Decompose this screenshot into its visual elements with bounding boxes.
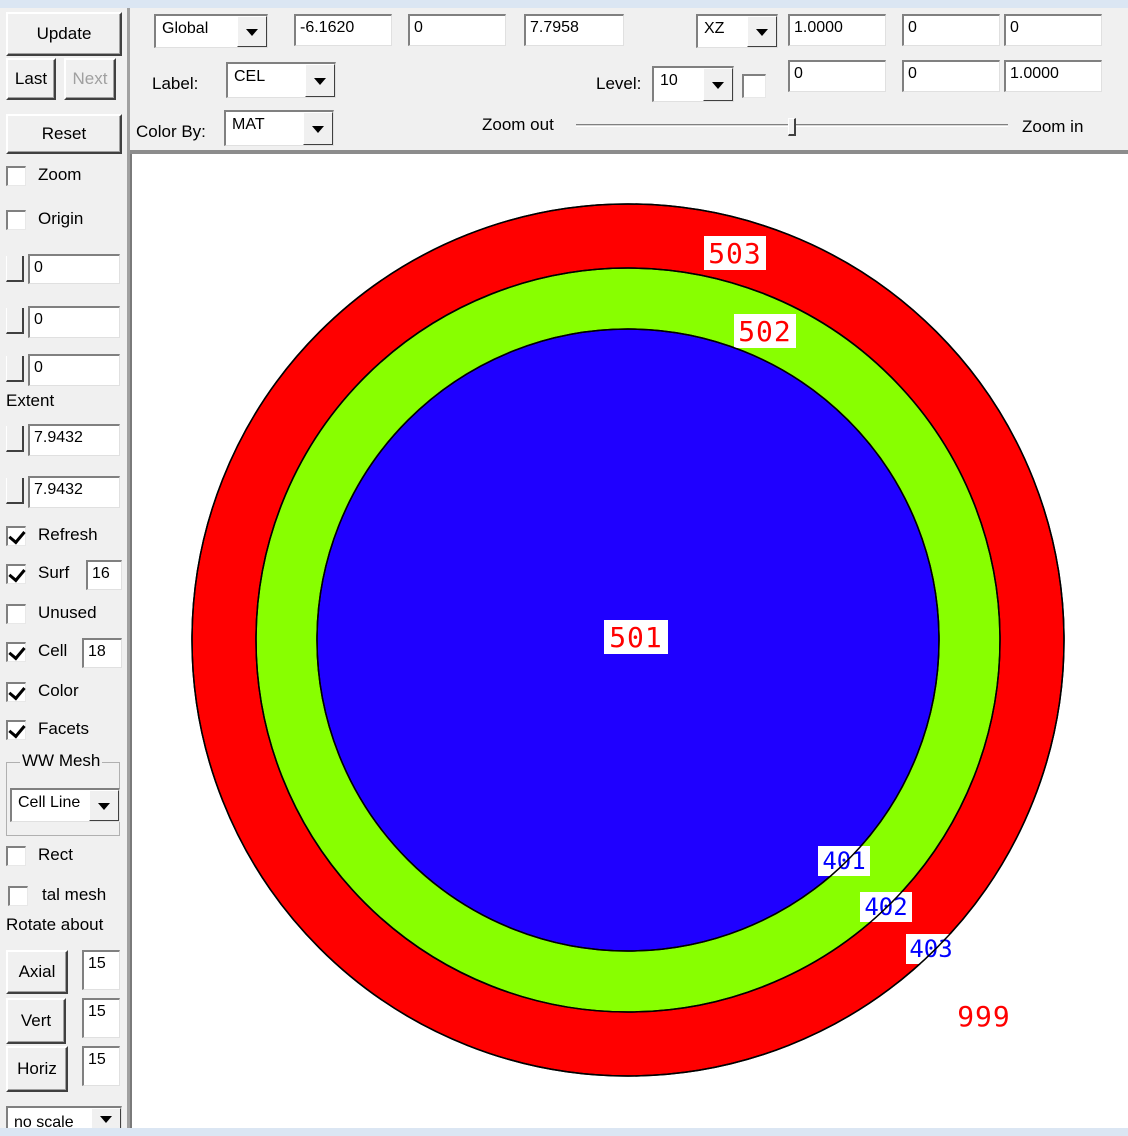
- surf-checkbox[interactable]: [6, 564, 26, 584]
- cell-label-501: 501: [604, 620, 668, 654]
- color-checkbox[interactable]: [6, 682, 26, 702]
- extent-label: Extent: [6, 391, 55, 410]
- color-by-select-value: MAT: [232, 116, 265, 133]
- zoom-out-label: Zoom out: [482, 115, 554, 134]
- ww-mesh-select[interactable]: Cell Line: [10, 788, 120, 822]
- surface-label-403: 403: [906, 934, 956, 964]
- window-top-strip: [0, 0, 1128, 8]
- tal-mesh-label: tal mesh: [42, 885, 107, 904]
- svg-text:502: 502: [738, 315, 792, 348]
- facets-checkbox[interactable]: [6, 720, 26, 740]
- frame-select[interactable]: Global: [154, 14, 268, 48]
- plot-canvas[interactable]: 503 502 501 401 402 403 999: [130, 154, 1128, 1128]
- rect-checkbox[interactable]: [6, 846, 26, 866]
- left-control-panel: Update Last Next Reset Zoom Origin 0 0 0…: [0, 8, 130, 1130]
- basis-2-x-input[interactable]: 0: [788, 60, 886, 92]
- surf-label-size-field[interactable]: 16: [86, 560, 122, 590]
- origin-checkbox[interactable]: [6, 210, 26, 230]
- chevron-down-icon[interactable]: [747, 16, 777, 47]
- axial-rotate-button[interactable]: Axial: [6, 950, 68, 994]
- origin-z-field[interactable]: 0: [28, 354, 120, 386]
- basis-2-z-input[interactable]: 1.0000: [1004, 60, 1102, 92]
- vert-rotate-button[interactable]: Vert: [6, 998, 66, 1044]
- svg-text:503: 503: [708, 237, 762, 270]
- zoom-label: Zoom: [38, 165, 82, 184]
- refresh-label: Refresh: [38, 525, 98, 544]
- top-toolbar: Global -6.1620 0 7.7958 XZ 1.0000 0 0 La…: [130, 8, 1128, 154]
- reset-button[interactable]: Reset: [6, 114, 122, 154]
- origin-x-input[interactable]: -6.1620: [294, 14, 392, 46]
- zoom-in-label: Zoom in: [1022, 117, 1084, 136]
- window-bottom-strip: [0, 1128, 1128, 1136]
- origin-y-slider[interactable]: [6, 308, 24, 334]
- basis-1-y-input[interactable]: 0: [902, 14, 1000, 46]
- ww-mesh-title: WW Mesh: [20, 751, 103, 771]
- chevron-down-icon[interactable]: [703, 68, 733, 101]
- surf-label: Surf: [38, 563, 70, 582]
- frame-select-value: Global: [162, 20, 209, 37]
- label-select-value: CEL: [234, 68, 266, 85]
- basis-1-x-input[interactable]: 1.0000: [788, 14, 886, 46]
- chevron-down-icon[interactable]: [91, 1108, 121, 1129]
- unused-checkbox[interactable]: [6, 604, 26, 624]
- scale-select[interactable]: no scale: [6, 1106, 122, 1130]
- color-label: Color: [38, 681, 79, 700]
- chevron-down-icon[interactable]: [305, 64, 335, 97]
- chevron-down-icon[interactable]: [237, 16, 267, 47]
- origin-y-field[interactable]: 0: [28, 306, 120, 338]
- unused-label: Unused: [38, 603, 97, 622]
- cell-label-502: 502: [734, 314, 796, 348]
- extent-x-slider[interactable]: [6, 426, 24, 452]
- next-button[interactable]: Next: [64, 58, 116, 100]
- color-by-select[interactable]: MAT: [224, 110, 334, 146]
- level-checkbox[interactable]: [742, 74, 766, 98]
- svg-text:403: 403: [909, 935, 952, 963]
- update-button[interactable]: Update: [6, 12, 122, 56]
- axial-angle-field[interactable]: 15: [82, 950, 120, 990]
- label-label: Label:: [152, 74, 199, 93]
- chevron-down-icon[interactable]: [89, 790, 119, 821]
- plane-select-value: XZ: [704, 20, 725, 37]
- zoom-slider-thumb[interactable]: [788, 118, 796, 136]
- level-select-value: 10: [660, 72, 678, 89]
- extent-y-field[interactable]: 7.9432: [28, 476, 120, 508]
- color-by-label: Color By:: [136, 122, 206, 141]
- level-select[interactable]: 10: [652, 66, 734, 102]
- rect-label: Rect: [38, 845, 73, 864]
- origin-x-field[interactable]: 0: [28, 254, 120, 284]
- cell-label: Cell: [38, 641, 68, 660]
- cell-label-999: 999: [957, 1000, 1011, 1033]
- surface-label-401: 401: [818, 846, 870, 876]
- svg-text:501: 501: [609, 621, 663, 654]
- cell-label-503: 503: [704, 236, 766, 270]
- chevron-down-icon[interactable]: [303, 112, 333, 145]
- origin-label: Origin: [38, 209, 84, 228]
- tal-mesh-checkbox[interactable]: [8, 886, 28, 906]
- basis-1-z-input[interactable]: 0: [1004, 14, 1102, 46]
- cell-label-size-field[interactable]: 18: [82, 638, 122, 668]
- facets-label: Facets: [38, 719, 90, 738]
- refresh-checkbox[interactable]: [6, 526, 26, 546]
- horiz-angle-field[interactable]: 15: [82, 1046, 120, 1086]
- rotate-about-label: Rotate about: [6, 915, 104, 934]
- basis-2-y-input[interactable]: 0: [902, 60, 1000, 92]
- ww-mesh-select-value: Cell Line: [18, 794, 81, 811]
- svg-text:401: 401: [822, 847, 865, 875]
- geometry-plot[interactable]: 503 502 501 401 402 403 999: [132, 154, 1128, 1128]
- origin-x-slider[interactable]: [6, 256, 24, 282]
- origin-z-slider[interactable]: [6, 356, 24, 382]
- vert-angle-field[interactable]: 15: [82, 998, 120, 1038]
- extent-y-slider[interactable]: [6, 478, 24, 504]
- label-select[interactable]: CEL: [226, 62, 336, 98]
- plane-select[interactable]: XZ: [696, 14, 778, 48]
- origin-z-input[interactable]: 7.7958: [524, 14, 624, 46]
- last-button[interactable]: Last: [6, 58, 56, 100]
- horiz-rotate-button[interactable]: Horiz: [6, 1046, 68, 1092]
- extent-x-field[interactable]: 7.9432: [28, 424, 120, 456]
- level-label: Level:: [596, 74, 642, 93]
- origin-y-input[interactable]: 0: [408, 14, 506, 46]
- cell-checkbox[interactable]: [6, 642, 26, 662]
- zoom-checkbox[interactable]: [6, 166, 26, 186]
